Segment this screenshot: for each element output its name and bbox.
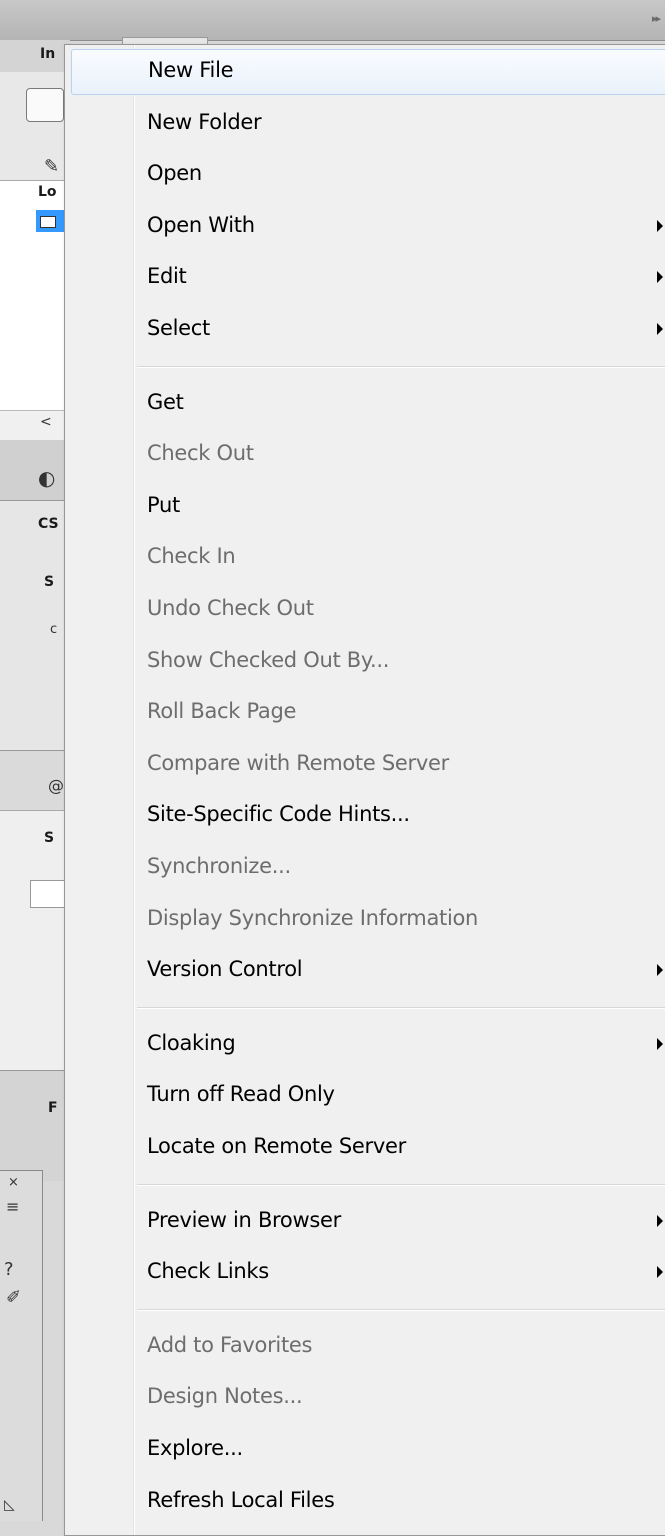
menu-item-label: Show Checked Out By... bbox=[147, 647, 390, 672]
menu-separator bbox=[137, 365, 665, 368]
panel-menu-icon[interactable]: ≡ bbox=[6, 1197, 19, 1216]
menu-item-label: Roll Back Page bbox=[147, 699, 297, 724]
panel-dropdown[interactable] bbox=[26, 88, 64, 122]
css-panel-label: CS bbox=[38, 516, 59, 532]
menu-item-add-to-favorites: Add to Favorites bbox=[69, 1324, 665, 1370]
scroll-left-icon[interactable]: < bbox=[40, 414, 52, 430]
menu-item-label: Open With bbox=[147, 212, 255, 237]
menu-item-roll-back-page: Roll Back Page bbox=[69, 690, 665, 736]
menu-item-label: Check Out bbox=[147, 441, 254, 466]
menu-item-label: Preview in Browser bbox=[147, 1207, 341, 1232]
menu-item-explore[interactable]: Explore... bbox=[69, 1427, 665, 1473]
menu-item-label: Add to Favorites bbox=[147, 1332, 313, 1357]
collapse-icon[interactable] bbox=[40, 216, 56, 228]
menu-item-label: Undo Check Out bbox=[147, 596, 314, 620]
snippets-panel bbox=[0, 810, 70, 1071]
menu-item-label: Site-Specific Code Hints... bbox=[147, 802, 410, 827]
menu-item-get[interactable]: Get bbox=[69, 381, 665, 427]
menu-item-label: Display Synchronize Information bbox=[147, 905, 479, 930]
submenu-arrow-icon bbox=[657, 219, 663, 232]
status-bar bbox=[0, 440, 70, 500]
menu-item-select[interactable]: Select bbox=[69, 307, 665, 353]
globe-icon[interactable]: ◐ bbox=[38, 466, 55, 490]
panel-title-bar: ▸▸ bbox=[0, 0, 665, 41]
menu-item-label: Turn off Read Only bbox=[147, 1082, 335, 1107]
connect-icon[interactable]: ✎ bbox=[44, 156, 59, 177]
submenu-arrow-icon bbox=[657, 271, 663, 284]
menu-item-label: Locate on Remote Server bbox=[147, 1134, 406, 1158]
panel-grip-icon[interactable]: ▸▸ bbox=[652, 12, 661, 25]
menu-item-label: Check Links bbox=[147, 1259, 269, 1284]
menu-item-label: Get bbox=[147, 389, 184, 414]
menu-item-label: Refresh Local Files bbox=[147, 1487, 335, 1512]
menu-item-edit[interactable]: Edit bbox=[69, 255, 665, 301]
menu-item-preview-in-browser[interactable]: Preview in Browser bbox=[69, 1199, 665, 1245]
submenu-arrow-icon bbox=[657, 1266, 663, 1279]
menu-item-label: Synchronize... bbox=[147, 854, 291, 878]
menu-item-show-checked-out-by: Show Checked Out By... bbox=[69, 639, 665, 685]
panel-header-strip bbox=[0, 40, 70, 73]
snippets-icon: @ bbox=[48, 776, 64, 795]
css-panel bbox=[0, 500, 70, 751]
menu-item-open-with[interactable]: Open With bbox=[69, 204, 665, 250]
menu-item-check-in: Check In bbox=[69, 535, 665, 581]
css-panel-text: c bbox=[50, 622, 58, 637]
menu-item-compare-with-remote-server: Compare with Remote Server bbox=[69, 742, 665, 788]
menu-item-site-specific-code-hints[interactable]: Site-Specific Code Hints... bbox=[69, 793, 665, 839]
context-menu: New File New Folder Open Open With Edit Selec… bbox=[64, 44, 665, 1536]
menu-item-open[interactable]: Open bbox=[69, 152, 665, 198]
menu-item-label: Select bbox=[147, 316, 210, 340]
css-panel-sublabel: S bbox=[44, 574, 55, 590]
horizontal-scrollbar[interactable] bbox=[0, 410, 70, 441]
menu-item-label: Version Control bbox=[147, 957, 303, 982]
close-icon[interactable]: × bbox=[8, 1175, 19, 1190]
submenu-arrow-icon bbox=[657, 1214, 663, 1227]
resize-grip-icon[interactable]: ◺ bbox=[4, 1497, 15, 1513]
menu-item-label: New Folder bbox=[147, 109, 262, 134]
menu-item-label: Explore... bbox=[147, 1436, 243, 1460]
snippets-label: S bbox=[44, 830, 55, 846]
menu-item-label: Design Notes... bbox=[147, 1384, 303, 1409]
menu-item-label: Check In bbox=[147, 544, 236, 569]
column-header-local[interactable]: Lo bbox=[38, 184, 57, 200]
menu-item-new-file[interactable]: New File bbox=[71, 49, 665, 95]
menu-item-label: New File bbox=[148, 58, 234, 82]
menu-item-check-links[interactable]: Check Links bbox=[69, 1250, 665, 1296]
eyedropper-icon[interactable]: ✐ bbox=[6, 1287, 21, 1308]
menu-item-label: Edit bbox=[147, 264, 187, 289]
submenu-arrow-icon bbox=[657, 323, 663, 335]
menu-item-check-out: Check Out bbox=[69, 432, 665, 478]
menu-item-label: Put bbox=[147, 492, 180, 517]
menu-item-undo-check-out: Undo Check Out bbox=[69, 587, 665, 633]
submenu-arrow-icon bbox=[657, 964, 663, 977]
menu-item-refresh-local-files[interactable]: Refresh Local Files bbox=[69, 1479, 665, 1525]
menu-item-put[interactable]: Put bbox=[69, 484, 665, 530]
files-header bbox=[0, 1070, 70, 1181]
menu-item-version-control[interactable]: Version Control bbox=[69, 948, 665, 994]
menu-separator bbox=[137, 1308, 665, 1311]
menu-item-new-folder[interactable]: New Folder bbox=[69, 101, 665, 147]
help-icon[interactable]: ? bbox=[4, 1259, 14, 1280]
menu-item-label: Cloaking bbox=[147, 1030, 236, 1055]
panel-header-label: In bbox=[40, 46, 56, 62]
menu-item-label: Open bbox=[147, 161, 202, 186]
files-label: F bbox=[48, 1100, 58, 1116]
menu-separator bbox=[137, 1183, 665, 1186]
floating-tool-panel: × ≡ ? ✐ ◺ bbox=[0, 1170, 43, 1521]
snippets-search-input[interactable] bbox=[30, 880, 68, 908]
submenu-arrow-icon bbox=[657, 1037, 663, 1050]
menu-item-locate-on-remote-server[interactable]: Locate on Remote Server bbox=[69, 1125, 665, 1171]
menu-item-cloaking[interactable]: Cloaking bbox=[69, 1022, 665, 1068]
menu-item-label: Compare with Remote Server bbox=[147, 750, 449, 775]
menu-separator bbox=[137, 1006, 665, 1009]
menu-item-synchronize: Synchronize... bbox=[69, 845, 665, 891]
menu-item-display-synchronize-information: Display Synchronize Information bbox=[69, 897, 665, 943]
menu-item-turn-off-read-only[interactable]: Turn off Read Only bbox=[69, 1073, 665, 1119]
menu-item-design-notes: Design Notes... bbox=[69, 1375, 665, 1421]
